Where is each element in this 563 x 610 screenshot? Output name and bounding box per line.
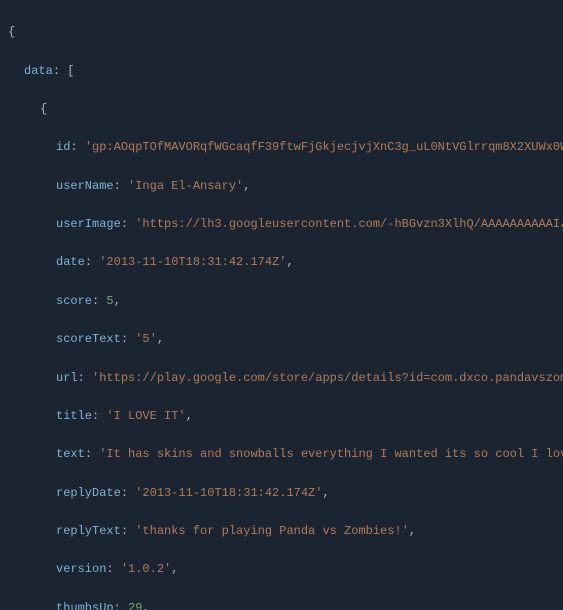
field-replytext: replyText: 'thanks for playing Panda vs …	[8, 522, 563, 541]
field-version: version: '1.0.2',	[8, 560, 563, 579]
field-username: userName: 'Inga El-Ansary',	[8, 177, 563, 196]
field-date: date: '2013-11-10T18:31:42.174Z',	[8, 253, 563, 272]
field-scoretext: scoreText: '5',	[8, 330, 563, 349]
field-text: text: 'It has skins and snowballs everyt…	[8, 445, 563, 464]
field-url: url: 'https://play.google.com/store/apps…	[8, 369, 563, 388]
field-thumbsup: thumbsUp: 29,	[8, 599, 563, 610]
object-open: {	[8, 100, 563, 119]
brace-open: {	[8, 23, 563, 42]
field-id: id: 'gp:AOqpTOfMAVORqfWGcaqfF39ftwFjGkje…	[8, 138, 563, 157]
field-title: title: 'I LOVE IT',	[8, 407, 563, 426]
field-userimage: userImage: 'https://lh3.googleuserconten…	[8, 215, 563, 234]
field-replydate: replyDate: '2013-11-10T18:31:42.174Z',	[8, 484, 563, 503]
field-score: score: 5,	[8, 292, 563, 311]
code-viewer[interactable]: { data: [ { id: 'gp:AOqpTOfMAVORqfWGcaqf…	[0, 0, 563, 610]
key-data: data: [	[8, 62, 563, 81]
